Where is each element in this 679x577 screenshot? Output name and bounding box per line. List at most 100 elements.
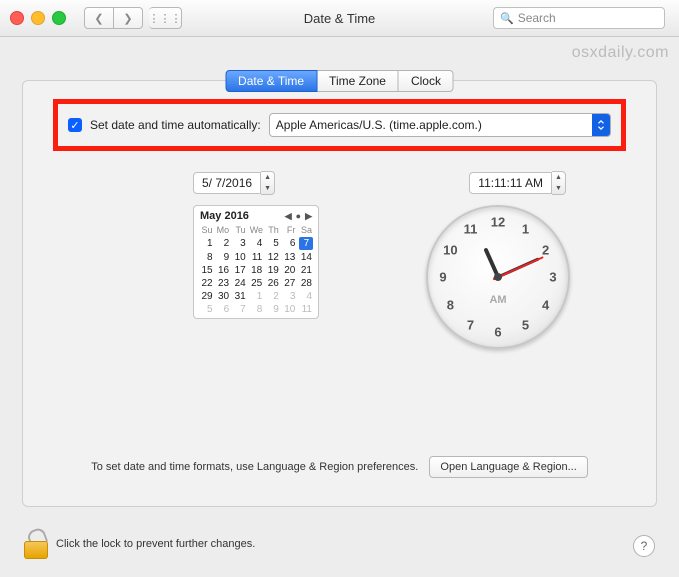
show-all-button[interactable]: ⋮⋮⋮: [149, 7, 182, 29]
minimize-window-button[interactable]: [31, 11, 45, 25]
calendar-day[interactable]: 20: [281, 264, 298, 277]
tab-date-time[interactable]: Date & Time: [225, 70, 317, 92]
calendar-day[interactable]: 14: [297, 251, 314, 264]
calendar-day[interactable]: 2: [264, 290, 281, 303]
lock-icon[interactable]: [22, 529, 48, 559]
calendar-day[interactable]: 3: [231, 236, 248, 251]
calendar-day[interactable]: 27: [281, 277, 298, 290]
time-stepper-field[interactable]: 11:11:11 AM ▲▼: [469, 171, 566, 195]
calendar-day[interactable]: 15: [198, 264, 215, 277]
formats-row: To set date and time formats, use Langua…: [23, 456, 656, 478]
time-value[interactable]: 11:11:11 AM: [469, 172, 552, 194]
watermark: osxdaily.com: [572, 44, 669, 62]
calendar-day[interactable]: 30: [215, 290, 232, 303]
auto-time-label: Set date and time automatically:: [90, 118, 261, 132]
calendar-day[interactable]: 23: [215, 277, 232, 290]
calendar-day[interactable]: 5: [198, 303, 215, 316]
step-down-icon: ▼: [261, 183, 274, 194]
auto-time-checkbox[interactable]: ✓: [68, 118, 82, 132]
search-field[interactable]: 🔍 Search: [493, 7, 665, 29]
clock-number: 7: [461, 317, 481, 332]
step-up-icon: ▲: [261, 172, 274, 183]
calendar-day[interactable]: 3: [281, 290, 298, 303]
calendar-day[interactable]: 29: [198, 290, 215, 303]
calendar-dow: Fr: [281, 224, 298, 236]
calendar-day[interactable]: 11: [248, 251, 265, 264]
calendar-day[interactable]: 11: [297, 303, 314, 316]
calendar-day[interactable]: 22: [198, 277, 215, 290]
clock-face: AM 121234567891011: [426, 205, 570, 349]
time-stepper[interactable]: ▲▼: [552, 171, 566, 195]
lock-row: Click the lock to prevent further change…: [22, 529, 255, 559]
calendar-day[interactable]: 26: [264, 277, 281, 290]
time-server-value: Apple Americas/U.S. (time.apple.com.): [276, 118, 482, 132]
forward-button[interactable]: ❯: [114, 7, 143, 29]
analog-clock: AM 121234567891011: [426, 205, 566, 345]
calendar-day[interactable]: 8: [248, 303, 265, 316]
calendar-day[interactable]: 5: [264, 236, 281, 251]
search-icon: 🔍: [500, 12, 514, 25]
tab-bar: Date & Time Time Zone Clock: [225, 70, 454, 92]
calendar-day[interactable]: 6: [215, 303, 232, 316]
titlebar: ❮ ❯ ⋮⋮⋮ Date & Time 🔍 Search: [0, 0, 679, 37]
step-up-icon: ▲: [552, 172, 565, 183]
calendar-dow: We: [248, 224, 265, 236]
calendar-day[interactable]: 24: [231, 277, 248, 290]
calendar-day[interactable]: 19: [264, 264, 281, 277]
calendar-dow: Tu: [231, 224, 248, 236]
calendar-day[interactable]: 28: [297, 277, 314, 290]
calendar-day[interactable]: 16: [215, 264, 232, 277]
calendar[interactable]: May 2016 ◀ ● ▶ SuMoTuWeThFrSa 1234567891…: [193, 205, 319, 319]
tab-clock[interactable]: Clock: [399, 70, 454, 92]
calendar-day[interactable]: 18: [248, 264, 265, 277]
time-server-combo[interactable]: Apple Americas/U.S. (time.apple.com.): [269, 113, 611, 137]
clock-ampm: AM: [489, 294, 506, 306]
calendar-day[interactable]: 4: [297, 290, 314, 303]
calendar-day[interactable]: 25: [248, 277, 265, 290]
clock-number: 6: [488, 325, 508, 340]
open-language-region-button[interactable]: Open Language & Region...: [429, 456, 587, 478]
calendar-day[interactable]: 31: [231, 290, 248, 303]
calendar-day[interactable]: 12: [264, 251, 281, 264]
calendar-day[interactable]: 6: [281, 236, 298, 251]
calendar-day[interactable]: 21: [297, 264, 314, 277]
prefs-window: ❮ ❯ ⋮⋮⋮ Date & Time 🔍 Search osxdaily.co…: [0, 0, 679, 577]
step-down-icon: ▼: [552, 183, 565, 194]
calendar-day[interactable]: 1: [198, 236, 215, 251]
calendar-day[interactable]: 7: [231, 303, 248, 316]
calendar-day[interactable]: 10: [281, 303, 298, 316]
tab-time-zone[interactable]: Time Zone: [317, 70, 399, 92]
calendar-day[interactable]: 1: [248, 290, 265, 303]
calendar-day[interactable]: 2: [215, 236, 232, 251]
calendar-grid: SuMoTuWeThFrSa 1234567891011121314151617…: [198, 224, 314, 316]
date-value[interactable]: 5/ 7/2016: [193, 172, 261, 194]
calendar-day[interactable]: 7: [297, 236, 314, 251]
calendar-day[interactable]: 17: [231, 264, 248, 277]
calendar-day[interactable]: 9: [215, 251, 232, 264]
clock-number: 10: [440, 242, 460, 257]
cal-today-icon[interactable]: ●: [296, 211, 301, 222]
traffic-lights: [10, 11, 66, 25]
cal-next-icon[interactable]: ▶: [305, 211, 312, 222]
lock-text: Click the lock to prevent further change…: [56, 538, 255, 550]
clock-number: 2: [536, 242, 556, 257]
zoom-window-button[interactable]: [52, 11, 66, 25]
datetime-fields: 5/ 7/2016 ▲▼ 11:11:11 AM ▲▼: [23, 171, 656, 195]
close-window-button[interactable]: [10, 11, 24, 25]
back-button[interactable]: ❮: [84, 7, 114, 29]
calendar-day[interactable]: 4: [248, 236, 265, 251]
cal-prev-icon[interactable]: ◀: [285, 211, 292, 222]
help-button[interactable]: ?: [633, 535, 655, 557]
calendar-day[interactable]: 8: [198, 251, 215, 264]
calendar-day[interactable]: 13: [281, 251, 298, 264]
calendar-dow: Su: [198, 224, 215, 236]
clock-number: 12: [488, 215, 508, 230]
clock-number: 5: [516, 317, 536, 332]
date-stepper-field[interactable]: 5/ 7/2016 ▲▼: [193, 171, 275, 195]
calendar-day[interactable]: 9: [264, 303, 281, 316]
calendar-dow: Sa: [297, 224, 314, 236]
clock-number: 3: [543, 270, 563, 285]
calendar-dow: Th: [264, 224, 281, 236]
date-stepper[interactable]: ▲▼: [261, 171, 275, 195]
calendar-day[interactable]: 10: [231, 251, 248, 264]
